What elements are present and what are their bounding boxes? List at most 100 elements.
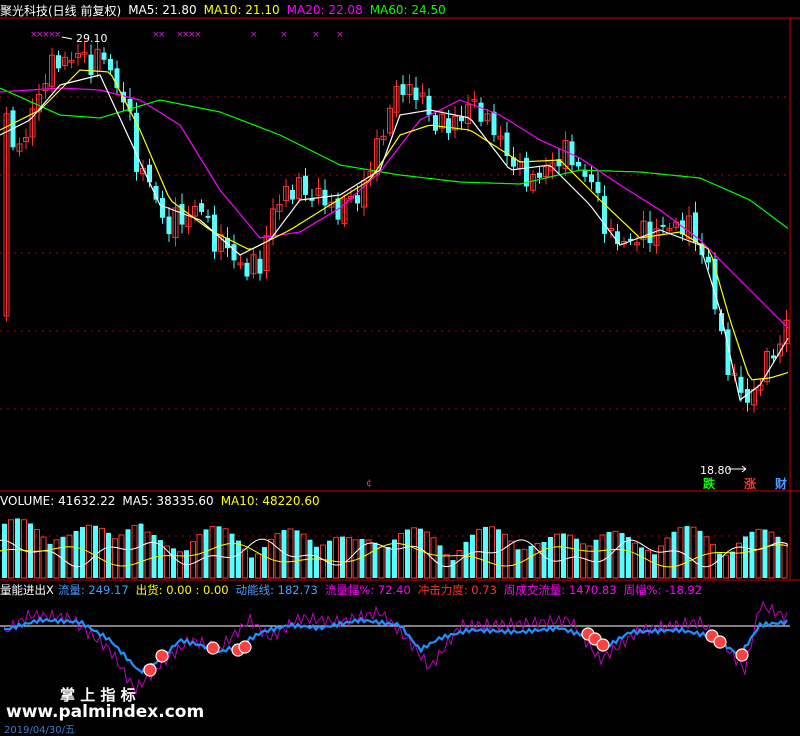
volume-bar-up bbox=[242, 548, 248, 579]
indicator-header: 量能进出X 流量: 249.17 出货: 0.00 : 0.00 动能线: 18… bbox=[0, 581, 709, 599]
buy-signal-ball bbox=[735, 648, 749, 662]
candle-down bbox=[433, 115, 438, 131]
volume-bar-down bbox=[216, 526, 222, 578]
candle-down bbox=[160, 197, 165, 218]
finance-button[interactable]: 财 bbox=[772, 475, 790, 491]
volume-bar-down bbox=[171, 548, 176, 578]
volume-bar-down bbox=[262, 547, 267, 578]
candle-down bbox=[738, 376, 744, 393]
signal-mark: × bbox=[158, 30, 166, 40]
volume-bar-down bbox=[626, 537, 631, 578]
candle-down bbox=[413, 87, 419, 101]
volume-bar-up bbox=[378, 546, 385, 579]
volume-bar-up bbox=[632, 542, 638, 579]
volume-bar-up bbox=[255, 553, 261, 579]
candle-down bbox=[205, 215, 211, 218]
volume-bar-down bbox=[294, 530, 300, 578]
out-readout: 出货: 0.00 : 0.00 bbox=[135, 583, 229, 597]
volume-bar-down bbox=[138, 523, 144, 578]
volume-bar-down bbox=[561, 533, 566, 578]
ma20-readout: MA20: 22.08 bbox=[286, 3, 363, 17]
volume-bar-up bbox=[554, 533, 560, 579]
high-price-label: 29.10 bbox=[76, 32, 108, 45]
event-marker: ¢ bbox=[366, 478, 373, 489]
candle-down bbox=[589, 174, 594, 183]
candle-down bbox=[134, 112, 139, 172]
volume-bar-up bbox=[66, 534, 73, 579]
volume-bar-down bbox=[639, 547, 644, 578]
flow-readout: 流量: 249.17 bbox=[57, 583, 129, 597]
volume-header: VOLUME: 41632.22 MA5: 38335.60 MA10: 482… bbox=[0, 492, 327, 510]
up-button[interactable]: 涨 bbox=[741, 475, 759, 491]
stock-chart-canvas[interactable]: ××××× ×× ×××× × × × × bbox=[0, 0, 800, 731]
volume-bar-down bbox=[340, 536, 345, 578]
weekly-vol-readout: 周成交流量: 1470.83 bbox=[503, 583, 617, 597]
candle-down bbox=[602, 196, 607, 234]
ma5-line bbox=[0, 74, 789, 402]
down-button[interactable]: 跌 bbox=[700, 475, 718, 491]
volume-bar-up bbox=[411, 527, 417, 579]
volume-bar-up bbox=[508, 540, 515, 579]
volume-bar-down bbox=[392, 539, 397, 578]
volume-bar-down bbox=[372, 542, 378, 578]
volume-bar-up bbox=[476, 529, 482, 579]
candle-down bbox=[199, 203, 204, 212]
volume-bar-down bbox=[593, 539, 599, 578]
volume-bar-up bbox=[781, 542, 788, 579]
volume-bar-down bbox=[528, 545, 534, 578]
volume-bar-up bbox=[456, 550, 463, 579]
volume-bar-up bbox=[398, 533, 404, 579]
volume-bar-up bbox=[144, 531, 151, 579]
signal-mark: × bbox=[250, 30, 258, 40]
indicator-name: 量能进出X bbox=[0, 583, 54, 597]
candle-down bbox=[101, 52, 107, 60]
volume-bar-down bbox=[203, 529, 209, 578]
candle-down bbox=[771, 355, 776, 359]
volume-bar-down bbox=[106, 532, 111, 578]
candle-down bbox=[595, 181, 601, 194]
volume-bar-up bbox=[365, 539, 372, 579]
buy-signal-ball bbox=[143, 663, 157, 677]
volume-bar-down bbox=[619, 533, 625, 578]
volume-bar-up bbox=[21, 519, 27, 579]
volume-bar-up bbox=[664, 537, 671, 579]
volume-bar-down bbox=[93, 525, 98, 578]
volume-bar-down bbox=[749, 531, 755, 578]
date-readout: 2019/04/30/五 bbox=[4, 725, 76, 736]
candle-down bbox=[537, 172, 542, 178]
candle-down bbox=[290, 189, 295, 200]
signal-mark: × bbox=[280, 30, 288, 40]
candle-down bbox=[582, 170, 588, 177]
candle-down bbox=[355, 195, 360, 204]
volume-bar-down bbox=[730, 551, 735, 578]
volume-bar-down bbox=[125, 529, 131, 578]
volume-bar-down bbox=[548, 536, 553, 578]
impact-readout: 冲击力度: 0.73 bbox=[417, 583, 497, 597]
buy-signal-ball bbox=[155, 649, 169, 663]
volume-bar-up bbox=[320, 544, 326, 579]
momentum-readout: 动能线: 182.73 bbox=[235, 583, 318, 597]
volume-bar-up bbox=[112, 538, 118, 579]
candle-down bbox=[491, 111, 497, 136]
stock-title: 聚光科技(日线 前复权) bbox=[0, 3, 122, 18]
buy-signal-ball bbox=[713, 635, 727, 649]
volume-bar-up bbox=[612, 530, 619, 579]
volume-bar-up bbox=[118, 534, 125, 579]
buy-signal-ball bbox=[238, 640, 252, 654]
volume-bar-up bbox=[34, 528, 40, 579]
signal-mark: × bbox=[336, 30, 344, 40]
volume-bar-down bbox=[684, 526, 690, 578]
ma20-line bbox=[0, 87, 789, 329]
volume-readout: VOLUME: 41632.22 bbox=[0, 494, 116, 508]
candle-down bbox=[478, 102, 484, 122]
volume-bar-down bbox=[314, 546, 319, 578]
volume-bar-up bbox=[755, 528, 762, 579]
volume-bar-down bbox=[697, 530, 703, 578]
volume-bar-down bbox=[762, 529, 768, 578]
candle-down bbox=[108, 58, 113, 71]
candle-down bbox=[231, 244, 237, 261]
volume-bar-up bbox=[645, 549, 651, 579]
candle-down bbox=[400, 84, 406, 95]
volume-bar-up bbox=[580, 543, 586, 579]
candle-down bbox=[459, 116, 464, 122]
